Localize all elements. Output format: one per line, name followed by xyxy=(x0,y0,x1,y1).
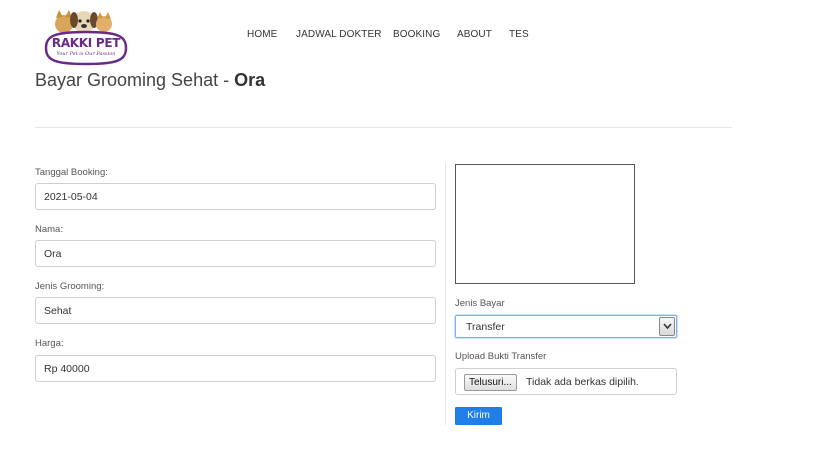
nav-tes[interactable]: TES xyxy=(509,29,529,40)
nav-booking[interactable]: BOOKING xyxy=(393,29,440,40)
nama-field[interactable]: Ora xyxy=(35,240,436,267)
page-title-prefix: Bayar Grooming Sehat - xyxy=(35,70,235,90)
browse-button[interactable]: Telusuri... xyxy=(464,374,517,391)
page-title-name: Ora xyxy=(234,70,266,90)
jenis-grooming-label: Jenis Grooming: xyxy=(35,281,105,292)
upload-label: Upload Bukti Transfer xyxy=(455,351,547,362)
tanggal-booking-field[interactable]: 2021-05-04 xyxy=(35,183,436,210)
upload-file-input[interactable]: Telusuri... Tidak ada berkas dipilih. xyxy=(455,368,677,395)
image-preview xyxy=(455,164,635,284)
jenis-bayar-selected: Transfer xyxy=(466,321,505,333)
page-title: Bayar Grooming Sehat - Ora xyxy=(35,70,265,91)
header-divider xyxy=(35,127,732,128)
nav-home[interactable]: HOME xyxy=(247,29,277,40)
jenis-grooming-field[interactable]: Sehat xyxy=(35,297,436,324)
harga-label: Harga: xyxy=(35,338,64,349)
submit-button[interactable]: Kirim xyxy=(455,407,502,425)
nav-jadwal-dokter[interactable]: JADWAL DOKTER xyxy=(296,29,382,40)
tanggal-booking-label: Tanggal Booking: xyxy=(35,167,108,178)
jenis-bayar-select[interactable]: Transfer xyxy=(455,315,677,338)
column-divider xyxy=(445,163,446,425)
brand-logo[interactable]: RAKKI PET Your Pet is Our Passion xyxy=(42,8,130,66)
nav-about[interactable]: ABOUT xyxy=(457,29,492,40)
harga-field[interactable]: Rp 40000 xyxy=(35,355,436,382)
jenis-bayar-label: Jenis Bayar xyxy=(455,298,505,309)
no-file-text: Tidak ada berkas dipilih. xyxy=(526,376,639,388)
nama-label: Nama: xyxy=(35,224,63,235)
chevron-down-icon[interactable] xyxy=(659,317,675,336)
brand-name: RAKKI PET xyxy=(51,36,121,50)
brand-tagline: Your Pet is Our Passion xyxy=(56,51,116,57)
